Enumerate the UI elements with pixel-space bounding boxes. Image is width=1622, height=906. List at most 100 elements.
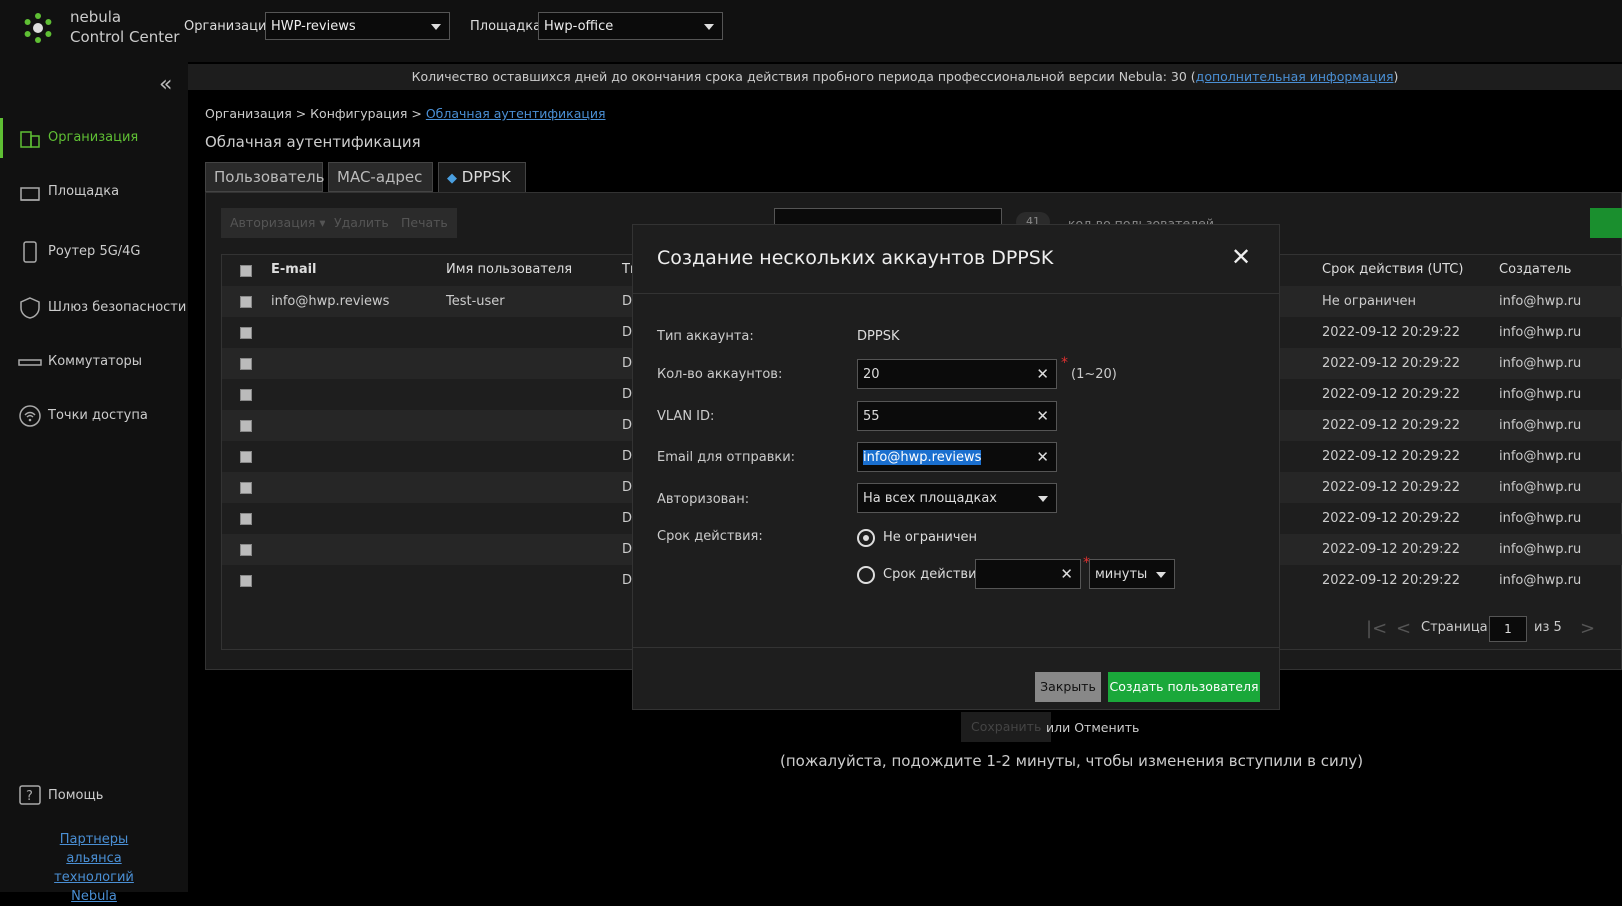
first-page-icon[interactable]: |< [1366,618,1387,639]
clear-icon[interactable]: ✕ [1036,448,1049,466]
cell-type: D [622,511,633,526]
tab-mac-address[interactable]: MAC-адрес [328,162,433,192]
cell-creator: info@hwp.ru [1499,356,1582,371]
cell-type: D [622,418,633,433]
pager-page-label: Страница [1421,620,1488,635]
organization-icon [20,131,40,148]
tab-dppsk[interactable]: ◆ DPPSK [438,162,526,192]
row-checkbox[interactable] [240,482,252,494]
header-email[interactable]: E-mail [271,262,317,277]
prev-page-icon[interactable]: < [1396,618,1411,639]
export-button[interactable] [1590,208,1622,238]
org-select[interactable]: HWP-reviews [265,12,450,40]
save-button[interactable]: Сохранить [961,712,1052,742]
clear-icon[interactable]: ✕ [1036,365,1049,383]
sidebar-item-switches[interactable]: Коммутаторы [0,342,188,382]
next-page-icon[interactable]: > [1580,618,1595,639]
wifi-icon [19,405,41,427]
row-checkbox[interactable] [240,575,252,587]
switch-icon [18,359,42,366]
nebula-logo-icon [24,13,52,43]
cell-expiry: 2022-09-12 20:29:22 [1322,418,1461,433]
row-checkbox[interactable] [240,451,252,463]
cell-creator: info@hwp.ru [1499,511,1582,526]
sidebar-item-security-gateway[interactable]: Шлюз безопасности [0,288,188,328]
sidebar-item-label: Помощь [48,788,104,803]
account-count-field[interactable]: 20 ✕ [857,359,1057,389]
cell-expiry: 2022-09-12 20:29:22 [1322,325,1461,340]
tab-user[interactable]: Пользователь [205,162,324,192]
vlan-label: VLAN ID: [657,409,715,424]
create-user-button[interactable]: Создать пользователя [1108,672,1260,702]
chevron-down-icon [431,24,441,30]
cell-expiry: 2022-09-12 20:29:22 [1322,356,1461,371]
cell-type: D [622,542,633,557]
row-checkbox[interactable] [240,296,252,308]
cell-type: D [622,449,633,464]
cell-type: D [622,387,633,402]
authorize-button[interactable]: Авторизация ▾ [221,208,335,238]
row-checkbox[interactable] [240,389,252,401]
svg-text:?: ? [26,789,33,804]
site-select[interactable]: Hwp-office [538,12,723,40]
validity-period-radio[interactable] [857,566,875,584]
modal-title: Создание нескольких аккаунтов DPPSK [657,247,1054,269]
more-info-link[interactable]: дополнительная информация [1196,69,1394,84]
breadcrumb-path: Организация > Конфигурация > [205,106,422,121]
validity-unit-select[interactable]: минуты [1089,559,1175,589]
cell-creator: info@hwp.ru [1499,418,1582,433]
trial-notice-text: Количество оставшихся дней до окончания … [411,69,1196,84]
vlan-id-field[interactable]: 55 ✕ [857,401,1057,431]
close-button[interactable]: Закрыть [1035,672,1101,702]
select-all-checkbox[interactable] [240,265,252,277]
clear-icon[interactable]: ✕ [1060,565,1073,583]
cell-expiry: 2022-09-12 20:29:22 [1322,449,1461,464]
validity-unlimited-label: Не ограничен [883,530,978,545]
validity-label: Срок действия: [657,529,763,544]
row-checkbox[interactable] [240,327,252,339]
partners-line1: Партнеры альянса [59,832,129,866]
row-checkbox[interactable] [240,420,252,432]
header-creator[interactable]: Создатель [1499,262,1571,277]
sidebar-item-access-points[interactable]: Точки доступа [0,396,188,436]
cell-type: D [622,325,633,340]
authorized-label: Авторизован: [657,492,750,507]
collapse-sidebar-icon[interactable]: « [159,72,172,97]
header-username[interactable]: Имя пользователя [446,262,572,277]
partners-link[interactable]: Партнеры альянса технологий Nebula [32,830,156,906]
row-checkbox[interactable] [240,358,252,370]
header-expiry[interactable]: Срок действия (UTC) [1322,262,1463,277]
page-number-input[interactable]: 1 [1489,616,1527,642]
validity-unit-value: минуты [1095,567,1148,582]
sidebar-item-help[interactable]: ? Помощь [0,776,188,816]
account-count-hint: (1~20) [1071,367,1117,382]
modal-footer-divider [633,647,1279,648]
email-field[interactable]: info@hwp.reviews ✕ [857,442,1057,472]
close-icon[interactable]: ✕ [1231,243,1251,271]
sidebar-item-router[interactable]: Роутер 5G/4G [0,232,188,272]
clear-icon[interactable]: ✕ [1036,407,1049,425]
authorized-select[interactable]: На всех площадках [857,483,1057,513]
cell-expiry: 2022-09-12 20:29:22 [1322,387,1461,402]
diamond-icon: ◆ [447,171,457,186]
sidebar-item-organization[interactable]: Организация [0,118,188,158]
sidebar-item-label: Коммутаторы [48,354,143,369]
brand-text: nebula Control Center [70,7,179,47]
validity-period-field[interactable]: ✕ [975,559,1081,589]
row-checkbox[interactable] [240,513,252,525]
sidebar-item-label: Организация [48,130,139,145]
cell-expiry: Не ограничен [1322,294,1417,309]
cancel-link[interactable]: или Отменить [1046,720,1139,735]
cell-creator: info@hwp.ru [1499,294,1582,309]
print-button[interactable]: Печать [392,208,457,238]
brand-line1: nebula [70,8,122,26]
breadcrumb-current-link[interactable]: Облачная аутентификация [426,106,606,121]
row-checkbox[interactable] [240,544,252,556]
cell-expiry: 2022-09-12 20:29:22 [1322,542,1461,557]
validity-unlimited-radio[interactable] [857,529,875,547]
delete-button[interactable]: Удалить [325,208,398,238]
sidebar-item-site[interactable]: Площадка [0,172,188,212]
trial-notice: Количество оставшихся дней до окончания … [188,64,1622,90]
authorized-value: На всех площадках [863,491,997,506]
account-count-value: 20 [863,367,880,382]
